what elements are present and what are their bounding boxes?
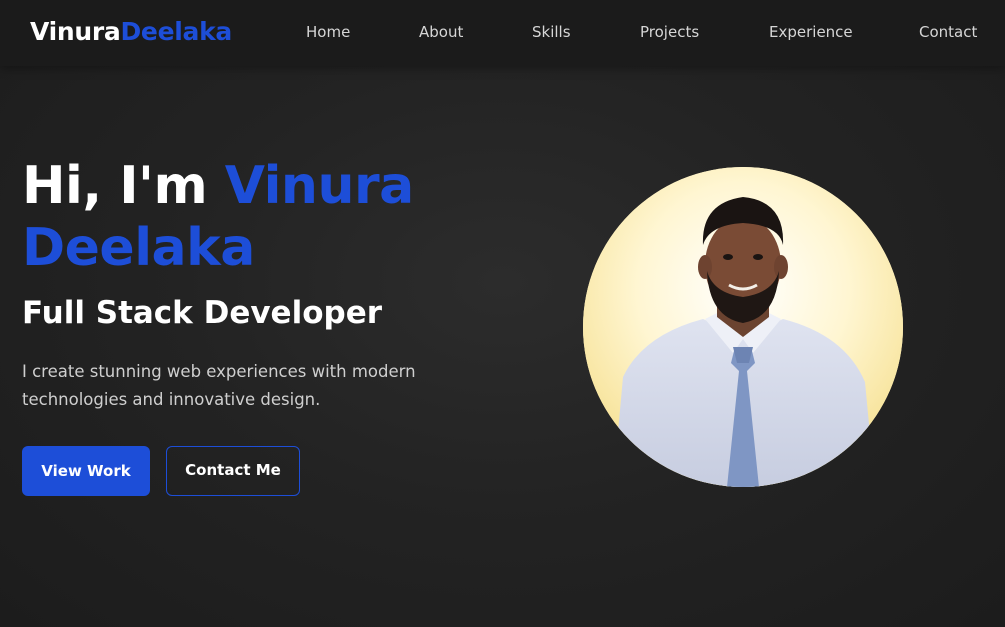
profile-photo [583, 167, 903, 487]
hero-last-name: Deelaka [22, 218, 255, 278]
contact-me-button[interactable]: Contact Me [166, 446, 300, 496]
hero-role: Full Stack Developer [22, 295, 383, 331]
hero-description: I create stunning web experiences with m… [22, 362, 416, 409]
hero-first-name: Vinura [224, 156, 414, 216]
brand-logo[interactable]: VinuraDeelaka [30, 16, 232, 48]
brand-last-name: Deelaka [120, 17, 232, 46]
nav-link-skills[interactable]: Skills [532, 22, 571, 42]
profile-photo-illustration [583, 167, 903, 487]
hero-greeting-prefix: Hi, I'm [22, 156, 225, 216]
view-work-button[interactable]: View Work [22, 446, 150, 496]
brand-first-name: Vinura [30, 17, 121, 46]
nav-link-experience[interactable]: Experience [769, 22, 853, 42]
portfolio-page: VinuraDeelaka Home About Skills Projects… [0, 0, 1005, 627]
nav-link-home[interactable]: Home [306, 22, 350, 42]
nav-link-contact[interactable]: Contact [919, 22, 977, 42]
nav-link-projects[interactable]: Projects [640, 22, 699, 42]
hero-heading: Hi, I'm Vinura [22, 155, 414, 217]
navbar: VinuraDeelaka Home About Skills Projects… [0, 0, 1005, 66]
nav-link-about[interactable]: About [419, 22, 463, 42]
